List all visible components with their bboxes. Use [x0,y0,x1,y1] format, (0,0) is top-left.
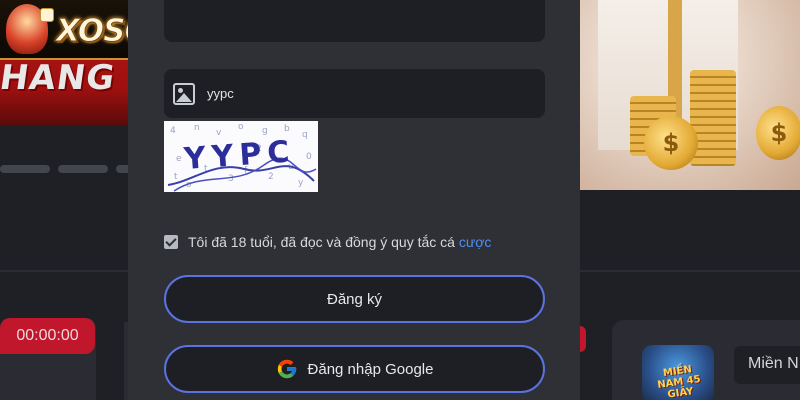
captcha-input-value: yypc [207,86,234,101]
captcha-noise-graphic: 4nv ogb qto 3f2 u0e ty2 YYPC [167,122,317,192]
captcha-image-text: YYPC [182,134,297,177]
svg-text:v: v [216,128,222,138]
consent-checkbox[interactable] [164,235,178,249]
dollar-coin-icon: $ [756,106,800,160]
svg-text:3: 3 [228,174,234,184]
register-modal: yypc 4nv ogb qto 3f2 u0e ty2 YYPC Tôi đã… [128,0,580,400]
consent-text: Tôi đã 18 tuổi, đã đọc và đồng ý quy tắc… [188,234,491,250]
svg-text:0: 0 [306,152,312,162]
svg-text:e: e [176,154,182,164]
register-button-label: Đăng ký [326,290,383,308]
google-login-button[interactable]: Đăng nhập Google [164,345,545,393]
carousel-dot[interactable] [58,165,108,173]
countdown-timer: 00:00:00 [0,318,95,354]
svg-text:n: n [194,123,200,133]
region-label: Miền N [734,346,800,384]
register-button[interactable]: Đăng ký [164,275,545,323]
consent-label: Tôi đã 18 tuổi, đã đọc và đồng ý quy tắc… [188,234,459,250]
svg-text:4: 4 [170,126,176,136]
svg-text:q: q [302,130,308,140]
game-badge-text: MIỀN NAM 45 GIÂY [656,364,702,400]
svg-text:t: t [174,172,178,182]
google-icon [277,359,296,379]
previous-input-field[interactable] [164,0,545,42]
banner-text: HANG [0,58,118,98]
svg-text:y: y [298,178,304,188]
dice-icon [40,8,54,22]
svg-text:g: g [262,126,268,136]
promo-banner-right[interactable]: $ $ [580,0,800,190]
carousel-dot[interactable] [0,165,50,173]
svg-text:2: 2 [268,172,274,182]
svg-text:b: b [284,124,290,134]
image-icon [173,82,195,105]
svg-text:o: o [238,122,244,132]
captcha-image[interactable]: 4nv ogb qto 3f2 u0e ty2 YYPC [164,121,318,192]
coin-stack-image [690,70,736,166]
google-button-label: Đăng nhập Google [307,360,434,378]
captcha-input[interactable]: yypc [164,69,545,118]
age-consent-row[interactable]: Tôi đã 18 tuổi, đã đọc và đồng ý quy tắc… [164,234,491,250]
dollar-coin-icon: $ [644,116,698,170]
rules-link[interactable]: cược [459,234,492,250]
